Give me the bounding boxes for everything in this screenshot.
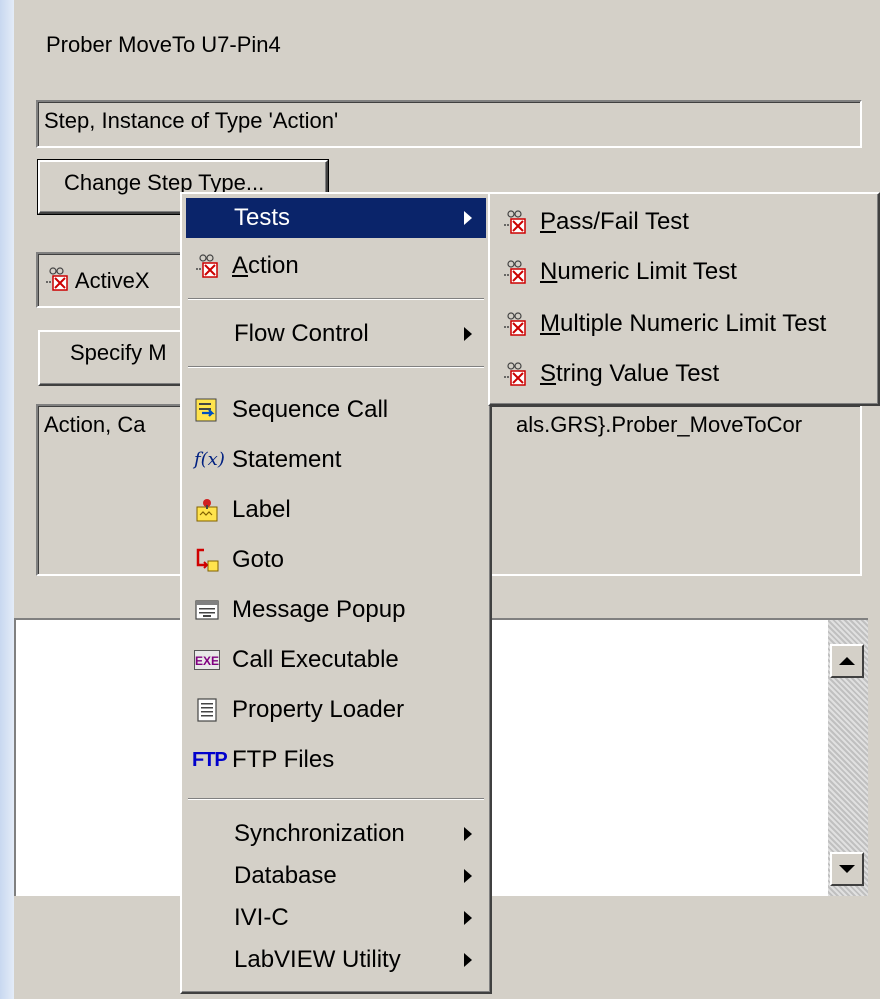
menu-item-label: Sequence Call xyxy=(232,396,389,423)
menu-item-label: Tests xyxy=(234,204,291,231)
statement-fx-icon: f(x) xyxy=(194,449,225,470)
submenu-item-numeric-limit-test[interactable]: Numeric Limit Test xyxy=(494,252,874,292)
desktop-strip xyxy=(0,0,14,999)
menu-item-label: Label xyxy=(232,496,291,523)
menu-item-label: Synchronization xyxy=(234,820,405,847)
submenu-arrow-icon xyxy=(464,953,472,967)
menu-item-label: Action xyxy=(232,252,299,279)
menu-item-label: Database xyxy=(234,862,337,889)
menu-item-sequence-call[interactable]: Sequence Call xyxy=(186,390,486,430)
test-step-icon xyxy=(504,312,526,336)
submenu-item-pass-fail-test[interactable]: Pass/Fail Test xyxy=(494,202,874,242)
menu-item-label: LabVIEW Utility xyxy=(234,946,401,973)
test-step-icon xyxy=(504,362,526,386)
action-step-icon xyxy=(196,254,218,278)
menu-item-label: Goto xyxy=(232,546,285,573)
menu-item-ivi-c[interactable]: IVI-C xyxy=(186,898,486,938)
test-step-icon xyxy=(504,210,526,234)
exe-icon: EXE xyxy=(194,650,220,670)
scroll-down-arrow-icon xyxy=(839,865,855,873)
scroll-down-button[interactable] xyxy=(830,852,864,886)
menu-item-label: Pass/Fail Test xyxy=(540,208,689,235)
menu-item-flow-control[interactable]: Flow Control xyxy=(186,314,486,354)
submenu-arrow-icon xyxy=(464,211,472,225)
ftp-icon: FTP xyxy=(192,749,228,771)
menu-item-label: Property Loader xyxy=(232,696,405,723)
submenu-item-string-value-test[interactable]: String Value Test xyxy=(494,354,874,394)
menu-item-label-step[interactable]: Label xyxy=(186,490,486,530)
step-type-text: Step, Instance of Type 'Action' xyxy=(44,108,339,133)
submenu-arrow-icon xyxy=(464,869,472,883)
submenu-arrow-icon xyxy=(464,327,472,341)
menu-item-label: Statement xyxy=(232,446,342,473)
menu-item-statement[interactable]: f(x) Statement xyxy=(186,440,486,480)
scroll-up-button[interactable] xyxy=(830,644,864,678)
description-text-left: Action, Ca xyxy=(44,412,146,437)
menu-item-labview-utility[interactable]: LabVIEW Utility xyxy=(186,940,486,980)
submenu-item-multiple-numeric-limit-test[interactable]: Multiple Numeric Limit Test xyxy=(494,304,874,344)
description-text-right: als.GRS}.Prober_MoveToCor xyxy=(516,412,803,437)
menu-separator xyxy=(188,298,484,300)
menu-item-action[interactable]: Action xyxy=(186,246,486,286)
adapter-label: ActiveX xyxy=(74,268,150,293)
step-type-field: Step, Instance of Type 'Action' xyxy=(36,100,862,148)
menu-item-label: String Value Test xyxy=(540,360,720,387)
label-icon xyxy=(196,499,218,522)
menu-item-label: Message Popup xyxy=(232,596,406,623)
menu-item-message-popup[interactable]: Message Popup xyxy=(186,590,486,630)
step-name: Prober MoveTo U7-Pin4 xyxy=(46,32,281,57)
menu-item-label: Call Executable xyxy=(232,646,399,673)
vertical-scrollbar[interactable] xyxy=(828,620,868,896)
specify-module-label: Specify M xyxy=(70,340,167,365)
scroll-up-arrow-icon xyxy=(839,657,855,665)
menu-item-ftp-files[interactable]: FTP FTP Files xyxy=(186,740,486,780)
menu-item-database[interactable]: Database xyxy=(186,856,486,896)
menu-separator xyxy=(188,798,484,800)
menu-item-synchronization[interactable]: Synchronization xyxy=(186,814,486,854)
message-popup-icon xyxy=(195,600,219,620)
goto-icon xyxy=(196,548,219,572)
sequence-call-icon xyxy=(195,398,217,422)
menu-item-label: IVI-C xyxy=(234,904,289,931)
insert-step-menu: Tests Action Flow Control Sequence Call … xyxy=(180,192,492,994)
menu-item-label: Multiple Numeric Limit Test xyxy=(540,310,827,337)
submenu-arrow-icon xyxy=(464,911,472,925)
menu-item-label: Flow Control xyxy=(234,320,369,347)
adapter-icon xyxy=(46,267,68,291)
submenu-arrow-icon xyxy=(464,827,472,841)
menu-item-tests[interactable]: Tests xyxy=(186,198,486,238)
menu-separator xyxy=(188,366,484,368)
menu-item-call-executable[interactable]: EXE Call Executable xyxy=(186,640,486,680)
property-loader-icon xyxy=(197,698,217,722)
menu-item-property-loader[interactable]: Property Loader xyxy=(186,690,486,730)
test-step-icon xyxy=(504,260,526,284)
tests-submenu: Pass/Fail Test Numeric Limit Test Multip… xyxy=(488,192,880,406)
menu-item-label: FTP Files xyxy=(232,746,335,773)
menu-item-goto[interactable]: Goto xyxy=(186,540,486,580)
menu-item-label: Numeric Limit Test xyxy=(540,258,737,285)
